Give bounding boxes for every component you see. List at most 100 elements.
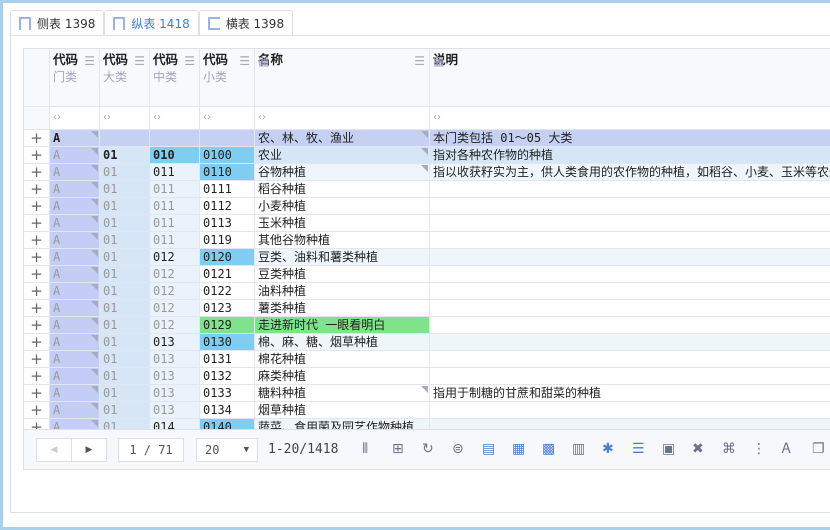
grid-cell[interactable] bbox=[430, 215, 830, 232]
add-row-button[interactable]: + bbox=[24, 215, 50, 232]
grid-cell[interactable]: 走进新时代 一眼看明白 bbox=[255, 317, 430, 334]
grid-cell[interactable]: A bbox=[50, 232, 100, 249]
add-row-button[interactable]: + bbox=[24, 402, 50, 419]
grid-cell[interactable]: 011 bbox=[150, 215, 200, 232]
grid-cell[interactable]: 01 bbox=[100, 249, 150, 266]
grid-cell[interactable] bbox=[430, 317, 830, 334]
grid-cell[interactable]: 01 bbox=[100, 232, 150, 249]
grid-cell[interactable]: 豆类、油料和薯类种植 bbox=[255, 249, 430, 266]
prev-page-button[interactable]: ◀ bbox=[36, 438, 72, 462]
grid-cell[interactable]: 0113 bbox=[200, 215, 255, 232]
grid-cell[interactable]: A bbox=[50, 334, 100, 351]
grid-cell[interactable]: 指以收获籽实为主，供人类食用的农作物的种植，如稻谷、小麦、玉米等农作物的种植 bbox=[430, 164, 830, 181]
add-row-button[interactable]: + bbox=[24, 317, 50, 334]
grid-cell[interactable]: A bbox=[50, 385, 100, 402]
add-row-button[interactable]: + bbox=[24, 351, 50, 368]
refresh-icon[interactable]: ↻ bbox=[422, 441, 434, 457]
grid-cell[interactable]: 0120 bbox=[200, 249, 255, 266]
column-filter[interactable]: ‹› bbox=[200, 107, 255, 130]
column-filter[interactable]: ‹› bbox=[430, 107, 830, 130]
grid-cell[interactable] bbox=[430, 351, 830, 368]
add-row-button[interactable]: + bbox=[24, 232, 50, 249]
columns-icon[interactable]: ⦀ bbox=[362, 441, 368, 457]
grid-cell[interactable]: A bbox=[50, 164, 100, 181]
grid-cell[interactable]: 011 bbox=[150, 198, 200, 215]
grid-cell[interactable]: 012 bbox=[150, 266, 200, 283]
grid-cell[interactable]: 012 bbox=[150, 300, 200, 317]
add-row-icon[interactable]: ⊞ bbox=[392, 441, 404, 457]
column-header[interactable]: 代码 中类 ☰ bbox=[150, 49, 200, 107]
grid-cell[interactable]: 指用于制糖的甘蔗和甜菜的种植 bbox=[430, 385, 830, 402]
column-header[interactable]: 代码 门类 ☰ bbox=[50, 49, 100, 107]
grid-cell[interactable]: A bbox=[50, 317, 100, 334]
grid-cell[interactable]: 01 bbox=[100, 181, 150, 198]
page-size-select[interactable]: 20 ▼ bbox=[196, 438, 258, 462]
grid-cell[interactable]: 01 bbox=[100, 147, 150, 164]
grid-cell[interactable]: 013 bbox=[150, 368, 200, 385]
column-filter[interactable]: ‹› bbox=[100, 107, 150, 130]
grid-cell[interactable]: 0100 bbox=[200, 147, 255, 164]
grid-cell[interactable]: 013 bbox=[150, 402, 200, 419]
grid-cell[interactable]: 011 bbox=[150, 181, 200, 198]
add-row-button[interactable]: + bbox=[24, 283, 50, 300]
grid-border-icon[interactable]: ▩ bbox=[542, 441, 555, 457]
grid-cell[interactable]: A bbox=[50, 198, 100, 215]
grid-cell[interactable]: 0129 bbox=[200, 317, 255, 334]
grid-cell[interactable] bbox=[430, 334, 830, 351]
spell-icon[interactable]: Ꭺ bbox=[782, 441, 791, 457]
grid-cell[interactable]: A bbox=[50, 147, 100, 164]
grid-cell[interactable]: A bbox=[50, 300, 100, 317]
grid-cell[interactable]: 01 bbox=[100, 334, 150, 351]
grid-cell[interactable]: 0121 bbox=[200, 266, 255, 283]
numbering-icon[interactable]: ⋮ bbox=[752, 441, 766, 457]
grid-cell[interactable]: 010 bbox=[150, 147, 200, 164]
column-header[interactable]: 代码 小类 ☰ bbox=[200, 49, 255, 107]
grid-cell[interactable]: 0132 bbox=[200, 368, 255, 385]
column-header[interactable]: 名称 ☰ ▦ bbox=[255, 49, 430, 107]
column-menu-icon[interactable]: ☰ bbox=[134, 53, 145, 69]
grid-cell[interactable]: 油料种植 bbox=[255, 283, 430, 300]
grid-cell[interactable] bbox=[430, 266, 830, 283]
grid-cell[interactable]: 01 bbox=[100, 351, 150, 368]
column-header[interactable]: 说明 ▦ bbox=[430, 49, 830, 107]
grid-cell[interactable]: A bbox=[50, 368, 100, 385]
column-filter[interactable]: ‹› bbox=[255, 107, 430, 130]
grid-cell[interactable]: 棉、麻、糖、烟草种植 bbox=[255, 334, 430, 351]
grid-cell[interactable]: 0123 bbox=[200, 300, 255, 317]
grid-cell[interactable]: 013 bbox=[150, 385, 200, 402]
copy-icon[interactable]: ❐ bbox=[812, 441, 825, 457]
add-row-button[interactable]: + bbox=[24, 181, 50, 198]
add-row-button[interactable]: + bbox=[24, 147, 50, 164]
grid-cell[interactable]: 012 bbox=[150, 317, 200, 334]
column-filter[interactable]: ‹› bbox=[150, 107, 200, 130]
expand-icon[interactable]: ⌘ bbox=[722, 441, 736, 457]
grid-cell[interactable]: 011 bbox=[150, 232, 200, 249]
grid-cell[interactable]: 01 bbox=[100, 385, 150, 402]
grid-cell[interactable]: 01 bbox=[100, 215, 150, 232]
grid-cell[interactable]: 01 bbox=[100, 164, 150, 181]
grid-cell[interactable] bbox=[430, 198, 830, 215]
grid-cell[interactable]: 0133 bbox=[200, 385, 255, 402]
reload-icon[interactable]: ⊜ bbox=[452, 441, 464, 457]
grid-cell[interactable]: 农、林、牧、渔业 bbox=[255, 130, 430, 147]
grid-cell[interactable]: 烟草种植 bbox=[255, 402, 430, 419]
grid-cell[interactable]: 013 bbox=[150, 334, 200, 351]
grid-cell[interactable]: A bbox=[50, 215, 100, 232]
grid-cell[interactable] bbox=[430, 402, 830, 419]
grid-cell[interactable] bbox=[430, 368, 830, 385]
column-menu-icon[interactable]: ☰ bbox=[184, 53, 195, 69]
grid-cell[interactable] bbox=[430, 283, 830, 300]
add-row-button[interactable]: + bbox=[24, 300, 50, 317]
grid-cell[interactable]: A bbox=[50, 351, 100, 368]
add-row-button[interactable]: + bbox=[24, 130, 50, 147]
grid-cell[interactable]: A bbox=[50, 249, 100, 266]
add-row-button[interactable]: + bbox=[24, 249, 50, 266]
grid-cell[interactable]: 01 bbox=[100, 317, 150, 334]
add-row-button[interactable]: + bbox=[24, 198, 50, 215]
tab-1[interactable]: 纵表 1418 bbox=[104, 10, 199, 35]
grid-cell[interactable]: 01 bbox=[100, 368, 150, 385]
add-row-button[interactable]: + bbox=[24, 164, 50, 181]
grid-dark-icon[interactable]: ▥ bbox=[572, 441, 585, 457]
add-row-button[interactable]: + bbox=[24, 368, 50, 385]
grid-icon[interactable]: ▦ bbox=[512, 441, 525, 457]
